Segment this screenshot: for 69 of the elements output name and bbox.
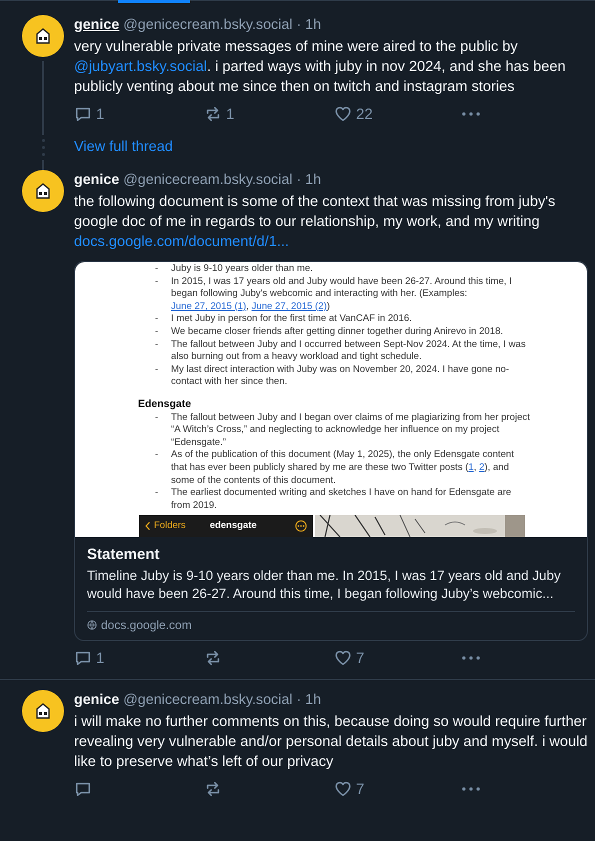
doc-link[interactable]: 1 [468,462,474,473]
card-title: Statement [87,545,161,566]
reply-button[interactable]: 1 [74,649,104,668]
more-icon [462,656,480,660]
more-icon [462,787,480,792]
avatar-icon [22,170,64,212]
avatar-icon [22,690,64,732]
view-thread-link[interactable]: View full thread [74,135,173,159]
list-item-text: The fallout between Juby and I occurred between Sept-Nov 2024. At the time, I was also burning out from a heavy workload and tight schedule. [171,338,527,364]
repost-button[interactable]: 1 [204,105,234,123]
like-button[interactable]: 7 [334,780,364,798]
list-item-text: The earliest documented writing and sketches I have on hand for Edensgate are from 2019. [171,487,512,512]
heart-icon [334,780,352,798]
repost-icon [204,105,222,123]
list-item-text: I met Juby in person for the first time at VanCAF in 2016. [171,313,413,326]
reply-button[interactable]: 1 [74,105,104,123]
list-item-text: Juby is 9-10 years older than me. [171,263,314,276]
bullet-marker: - [155,449,160,462]
author-name[interactable]: genice [74,692,120,708]
list-item-text: In 2015, I was 17 years old and Juby would have been 26-27. Around this time, I began following Juby's webcomic and interacting with her. (Examples: June 27, 2015 (1), June 27, 2015 (2)) [171,276,513,314]
list-item-text: We became closer friends after getting dinner together during Anirevo in 2018. [171,326,504,339]
bullet-marker: - [155,487,160,500]
chevron-left-icon [145,521,151,532]
bullet-marker: - [155,412,160,425]
folder-title: edensgate [210,520,258,533]
bullet-marker: - [155,276,160,289]
post-link[interactable]: @jubyart.bsky.social [74,59,207,75]
comment-icon [74,649,92,668]
bullet-marker: - [155,338,160,352]
card-domain: docs.google.com [101,618,192,632]
author-name[interactable]: genice [74,172,120,188]
card-description: Timeline Juby is 9-10 years older than me. In 2015, I was 17 years old and Juby would have been 26-27. Around this time, I began following Juby’s webcomic... [87,567,575,612]
bullet-marker: - [155,263,160,276]
repost-button[interactable] [204,780,222,798]
bullet-marker: - [155,313,160,326]
doc-link[interactable]: 2 [479,462,484,473]
handle-and-time: @genicecream.bsky.social · 1h [123,17,322,33]
repost-icon [204,649,222,668]
reply-button[interactable] [74,780,92,798]
globe-icon [87,620,97,630]
author-name[interactable]: genice [74,17,120,33]
like-button[interactable]: 7 [334,649,364,668]
tab-indicator [118,0,190,3]
more-circle-icon [295,520,307,532]
heart-icon [334,105,352,123]
back-label: Folders [154,520,186,533]
heart-icon [334,649,352,668]
avatar-icon [22,15,64,57]
list-item-text: The fallout between Juby and I began over claims of me plagiarizing from her project “A Witch’s Cross,” and neglecting to acknowledge her influence on my project “Edensgate.” [171,412,531,450]
handle-and-time: @genicecream.bsky.social · 1h [123,692,322,708]
like-button[interactable]: 22 [334,105,373,123]
list-item-text: As of the publication of this document (May 1, 2025), the only Edensgate content that has ever been publicly shared by me are these two Twitter posts (1, 2), and some of the contents of this document. [171,449,515,488]
repost-button[interactable] [204,649,222,668]
post-text: very vulnerable private messages of mine were aired to the public by @jubyart.bsky.social. i parted ways with juby in nov 2024, and she has been publicly venting about me since then on twitch and instagram stories [74,38,567,97]
bullet-marker: - [155,326,160,339]
comment-icon [74,780,92,798]
post-text: i will make no further comments on this, because doing so would require further revealing very vulnerable and/or personal details about juby and myself. i would like to preserve what’s left of our privacy [74,713,588,772]
comment-icon [74,105,92,123]
thread-dots [42,138,45,156]
post-text: the following document is some of the context that was missing from juby's google doc of me in regards to our relationship, my work, and my writing docs.google.com/document/d/1... [74,193,556,252]
doc-link[interactable]: June 27, 2015 (1) [171,300,246,312]
doc-link[interactable]: June 27, 2015 (2) [252,300,327,312]
bullet-marker: - [155,364,160,377]
post-link[interactable]: docs.google.com/document/d/1... [74,234,289,250]
section-heading: Edensgate [138,398,192,411]
list-item-text: My last direct interaction with Juby was on November 20, 2024. I have gone no-contact with her since then. [171,364,510,389]
handle-and-time: @genicecream.bsky.social · 1h [123,172,322,188]
more-icon [462,112,480,116]
repost-icon [204,780,222,798]
